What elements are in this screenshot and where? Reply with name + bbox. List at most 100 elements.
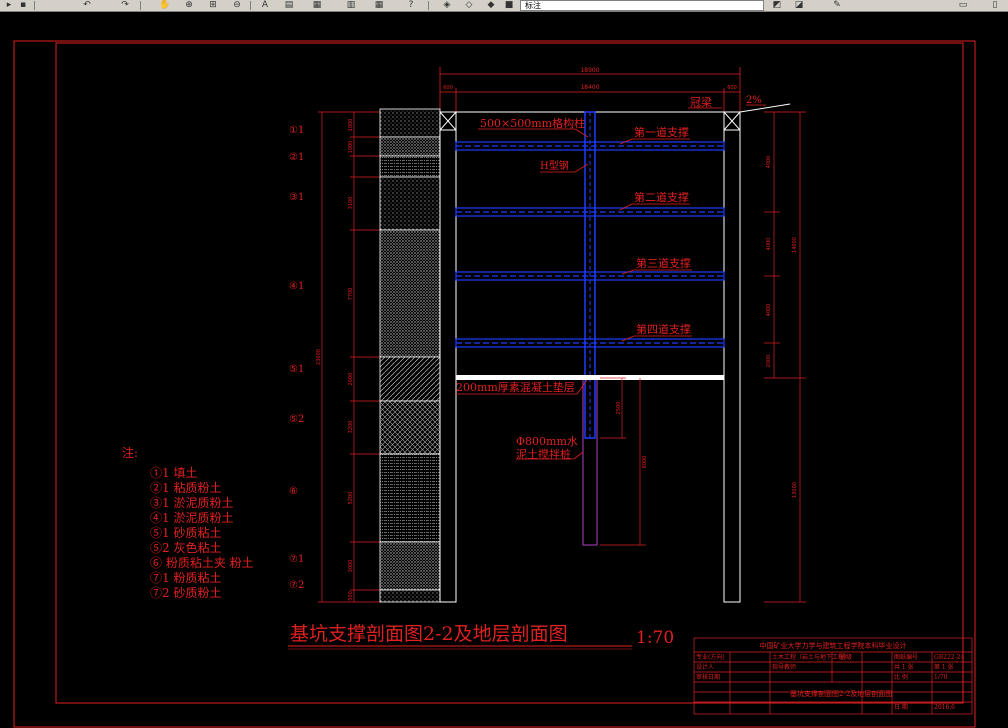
note-item: ⑤1 砂质粘土: [150, 525, 221, 540]
cad-drawing-canvas[interactable]: 18900 600 18400 600 1000 1000 3100 7700 …: [0, 12, 1008, 728]
note-item: ④1 淤泥质粉土: [150, 511, 233, 525]
stratum-code: ①1: [289, 125, 304, 136]
help-icon[interactable]: ?: [404, 0, 418, 10]
linetype-icon[interactable]: ▯: [988, 0, 1002, 10]
toolbar-separator: [250, 1, 251, 10]
label-pile-line2: 泥土搅拌桩: [516, 447, 571, 461]
label-h-steel: H型钢: [540, 159, 569, 172]
svg-text:GB222-24: GB222-24: [934, 654, 964, 661]
drawing-scale: 1:70: [636, 628, 674, 648]
layer-state-icon[interactable]: ◆: [484, 0, 498, 10]
leader-lines: [455, 104, 766, 460]
text-style-icon[interactable]: A: [258, 0, 272, 10]
notes-list: ①1 填土 ②1 粘质粉土 ③1 淤泥质粉土 ④1 淤泥质粉土 ⑤1 砂质粘土 …: [150, 466, 254, 600]
dim-total-depth: 23000: [316, 349, 322, 365]
right-dimensions: [600, 111, 806, 603]
left-depth-dimensions: [318, 111, 380, 603]
stratum-code: ②1: [289, 152, 304, 163]
label-strut-4: 第四道支撑: [636, 322, 691, 336]
color-icon[interactable]: ■: [502, 0, 516, 10]
layer-dropdown[interactable]: 标注: [520, 0, 764, 11]
svg-text:第 1 张: 第 1 张: [934, 663, 954, 671]
dim-layer-1: 1000: [348, 119, 354, 132]
svg-text:8000: 8000: [642, 456, 648, 469]
note-item: ⑦1 粉质粘土: [150, 570, 221, 585]
svg-text:14000: 14000: [792, 237, 798, 253]
dim-right-gap: 600: [727, 85, 737, 91]
label-cap-beam: 冠梁: [690, 95, 712, 109]
lattice-column: [582, 111, 598, 546]
layer-state-icon[interactable]: ◈: [440, 0, 454, 10]
stratum-code: ④1: [289, 281, 304, 292]
svg-text:共 1 张: 共 1 张: [894, 663, 914, 671]
svg-text:4000: 4000: [766, 238, 772, 251]
stratum-code: ③1: [289, 192, 304, 203]
toolbar-separator: [34, 1, 35, 10]
svg-text:比 例: 比 例: [894, 673, 908, 681]
note-item: ⑥ 粉质粘土夹 粉土: [150, 555, 254, 570]
layer-state-icon[interactable]: ◇: [462, 0, 476, 10]
dim-layer-9: 500: [348, 591, 354, 601]
dim-layer-5: 2600: [348, 373, 354, 386]
svg-text:4000: 4000: [766, 304, 772, 317]
stratum-code: ⑥: [289, 486, 298, 497]
pan-icon[interactable]: ✋: [158, 0, 172, 10]
undo-icon[interactable]: ↶: [80, 0, 94, 10]
stratum-code: ⑦2: [289, 580, 304, 591]
match-properties-icon[interactable]: ✎: [830, 0, 844, 10]
label-pile-line1: Φ800mm水: [516, 435, 578, 448]
svg-text:日 期: 日 期: [894, 703, 908, 711]
label-lattice-column: 500×500mm格构柱: [480, 116, 585, 130]
dim-layer-6: 3200: [348, 421, 354, 434]
note-item: ①1 填土: [150, 466, 197, 480]
retaining-walls: [439, 103, 791, 603]
toolbar-separator: [140, 1, 141, 10]
dim-inner-width: 18400: [580, 84, 599, 91]
svg-text:设计人: 设计人: [696, 663, 714, 671]
label-strut-2: 第二道支撑: [634, 190, 689, 204]
note-item: ⑦2 砂质粉土: [150, 586, 221, 600]
open-icon[interactable]: ▸: [2, 0, 16, 10]
dim-total-width: 18900: [580, 67, 599, 74]
zoom-realtime-icon[interactable]: ⊕: [182, 0, 196, 10]
note-item: ⑤2 灰色粘土: [150, 540, 221, 555]
table-icon[interactable]: ▦: [372, 0, 386, 10]
toolbar-separator: [428, 1, 429, 10]
save-icon[interactable]: ▪: [16, 0, 30, 10]
properties-icon[interactable]: ▤: [282, 0, 296, 10]
dim-layer-3: 3100: [348, 197, 354, 210]
note-item: ②1 粘质粉土: [150, 480, 221, 495]
dim-layer-4: 7700: [348, 288, 354, 301]
label-slope: 2%: [746, 95, 762, 106]
stratum-codes: ①1 ②1 ③1 ④1 ⑤1 ⑤2 ⑥ ⑦1 ⑦2: [289, 125, 304, 591]
svg-text:2016.6: 2016.6: [934, 704, 955, 711]
svg-text:2500: 2500: [616, 402, 622, 415]
svg-text:土木工程（岩土与地下工程）: 土木工程（岩土与地下工程）: [772, 653, 850, 661]
soil-column: [379, 108, 441, 603]
linetype-icon[interactable]: ▭: [956, 0, 970, 10]
dim-layer-8: 3000: [348, 560, 354, 573]
redo-icon[interactable]: ↷: [118, 0, 132, 10]
svg-text:中国矿业大学力学与建筑工程学院本科毕业设计: 中国矿业大学力学与建筑工程学院本科毕业设计: [760, 641, 907, 650]
cad-toolbar: ▸ ▪ ↶ ↷ ✋ ⊕ ⊞ ⊖ A ▤ ▦ ▥ ▦ ? ◈ ◇ ◆ ■ 标注 ◩…: [0, 0, 1008, 12]
title-block-text: 中国矿业大学力学与建筑工程学院本科毕业设计 专业(方向) 土木工程（岩土与地下工…: [696, 641, 964, 711]
label-cushion: 200mm厚素混凝土垫层: [456, 380, 575, 394]
note-item: ③1 淤泥质粉土: [150, 496, 233, 510]
zoom-window-icon[interactable]: ⊞: [206, 0, 220, 10]
layer-manager-icon[interactable]: ▦: [310, 0, 324, 10]
linetype-icon[interactable]: ◩: [770, 0, 784, 10]
svg-text:2000: 2000: [766, 355, 772, 368]
zoom-previous-icon[interactable]: ⊖: [230, 0, 244, 10]
dim-left-gap: 600: [443, 85, 453, 91]
stratum-code: ⑤1: [289, 364, 304, 375]
stratum-code: ⑤2: [289, 414, 304, 425]
linetype-icon[interactable]: ◪: [792, 0, 806, 10]
label-strut-3: 第三道支撑: [636, 256, 691, 270]
svg-text:审核日期: 审核日期: [696, 673, 720, 681]
svg-text:基坑支撑剖面图2-2及地层剖面图: 基坑支撑剖面图2-2及地层剖面图: [790, 689, 892, 698]
dim-layer-2: 1000: [348, 141, 354, 154]
table-icon[interactable]: ▥: [344, 0, 358, 10]
svg-text:专业(方向): 专业(方向): [696, 653, 725, 661]
dim-layer-7: 5200: [348, 492, 354, 505]
label-strut-1: 第一道支撑: [634, 125, 689, 139]
